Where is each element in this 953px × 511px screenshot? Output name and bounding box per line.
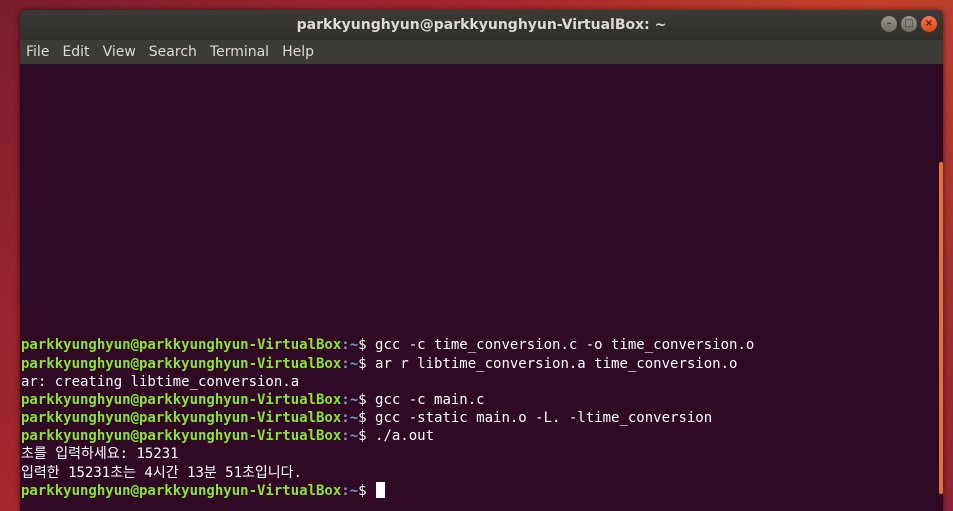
prompt-symbol: $ — [358, 482, 376, 499]
command-line: parkkyunghyun@parkkyunghyun-VirtualBox:~… — [21, 427, 754, 445]
prompt-user: parkkyunghyun@parkkyunghyun-VirtualBox — [21, 410, 342, 427]
command-line: parkkyunghyun@parkkyunghyun-VirtualBox:~… — [21, 355, 754, 373]
command-text: ./a.out — [375, 428, 435, 445]
menu-view[interactable]: View — [103, 44, 136, 60]
prompt-path: :~ — [341, 355, 359, 372]
command-line: parkkyunghyun@parkkyunghyun-VirtualBox:~… — [21, 409, 754, 427]
prompt-symbol: $ — [358, 410, 376, 427]
title-bar[interactable]: parkkyunghyun@parkkyunghyun-VirtualBox: … — [20, 10, 943, 40]
command-line: parkkyunghyun@parkkyunghyun-VirtualBox:~… — [21, 481, 754, 500]
prompt-path: :~ — [341, 410, 359, 427]
close-button[interactable]: × — [921, 16, 937, 32]
output-text: 초를 입력하세요: 15231 — [21, 446, 179, 463]
menu-search[interactable]: Search — [149, 44, 197, 60]
prompt-user: parkkyunghyun@parkkyunghyun-VirtualBox — [21, 337, 342, 354]
menu-edit[interactable]: Edit — [62, 44, 89, 60]
prompt-user: parkkyunghyun@parkkyunghyun-VirtualBox — [21, 355, 342, 372]
text-cursor — [376, 481, 386, 498]
prompt-path: :~ — [341, 391, 359, 408]
output-line: 초를 입력하세요: 15231 — [21, 445, 754, 463]
output-text: 입력한 15231초는 4시간 13분 51초입니다. — [21, 464, 302, 481]
prompt-path: :~ — [341, 428, 359, 445]
prompt-user: parkkyunghyun@parkkyunghyun-VirtualBox — [21, 428, 342, 445]
window-controls: – □ × — [881, 16, 937, 32]
command-text: gcc -c time_conversion.c -o time_convers… — [375, 337, 755, 354]
prompt-symbol: $ — [358, 428, 376, 445]
output-line: ar: creating libtime_conversion.a — [21, 373, 754, 391]
terminal-lines: parkkyunghyun@parkkyunghyun-VirtualBox:~… — [21, 336, 754, 500]
window-title: parkkyunghyun@parkkyunghyun-VirtualBox: … — [296, 17, 667, 33]
maximize-button[interactable]: □ — [901, 16, 917, 32]
menu-file[interactable]: File — [26, 44, 49, 60]
scrollbar[interactable] — [938, 64, 943, 511]
prompt-path: :~ — [341, 482, 359, 499]
command-text: ar r libtime_conversion.a time_conversio… — [375, 355, 738, 372]
prompt-symbol: $ — [358, 355, 376, 372]
output-text: ar: creating libtime_conversion.a — [21, 373, 300, 390]
terminal-output[interactable]: parkkyunghyun@parkkyunghyun-VirtualBox:~… — [20, 64, 938, 511]
scrollbar-thumb[interactable] — [939, 162, 943, 494]
output-line: 입력한 15231초는 4시간 13분 51초입니다. — [21, 464, 754, 482]
prompt-user: parkkyunghyun@parkkyunghyun-VirtualBox — [21, 482, 342, 499]
command-text: gcc -c main.c — [375, 391, 485, 408]
prompt-symbol: $ — [358, 391, 376, 408]
command-line: parkkyunghyun@parkkyunghyun-VirtualBox:~… — [21, 391, 754, 409]
terminal-window: parkkyunghyun@parkkyunghyun-VirtualBox: … — [20, 10, 943, 511]
minimize-button[interactable]: – — [881, 16, 897, 32]
menu-terminal[interactable]: Terminal — [210, 44, 269, 60]
command-line: parkkyunghyun@parkkyunghyun-VirtualBox:~… — [21, 336, 754, 354]
menu-help[interactable]: Help — [282, 44, 314, 60]
prompt-user: parkkyunghyun@parkkyunghyun-VirtualBox — [21, 391, 342, 408]
command-text: gcc -static main.o -L. -ltime_conversion — [375, 410, 713, 427]
prompt-path: :~ — [341, 337, 359, 354]
menu-bar: File Edit View Search Terminal Help — [20, 40, 943, 64]
prompt-symbol: $ — [358, 337, 376, 354]
